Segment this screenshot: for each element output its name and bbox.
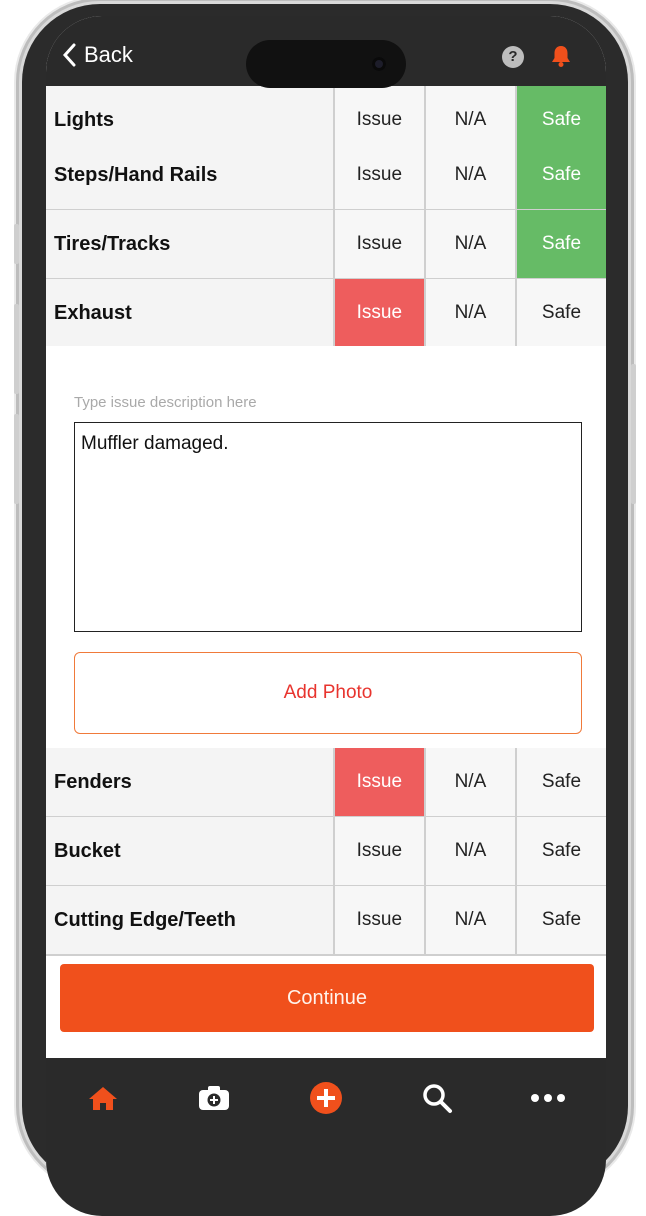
safe-option[interactable]: Safe — [514, 817, 606, 885]
checklist-row: Bucket Issue N/A Safe — [46, 817, 606, 887]
checklist-row: Steps/Hand Rails Issue N/A Safe — [46, 141, 606, 211]
na-option[interactable]: N/A — [423, 748, 515, 816]
chevron-left-icon — [62, 43, 76, 67]
issue-option[interactable]: Issue — [332, 210, 424, 278]
row-label: Steps/Hand Rails — [54, 163, 218, 186]
home-icon[interactable] — [78, 1078, 128, 1118]
issue-option[interactable]: Issue — [332, 817, 424, 885]
power-button — [631, 364, 636, 504]
row-label: Bucket — [54, 839, 121, 862]
na-option[interactable]: N/A — [423, 817, 515, 885]
na-option[interactable]: N/A — [423, 141, 515, 209]
back-button[interactable]: Back — [62, 42, 133, 68]
safe-option[interactable]: Safe — [514, 748, 606, 816]
bell-icon[interactable] — [550, 44, 572, 73]
row-label: Fenders — [54, 770, 132, 793]
volume-up-button — [14, 224, 19, 264]
mute-button — [14, 414, 19, 504]
safe-option[interactable]: Safe — [514, 279, 606, 347]
more-icon[interactable] — [523, 1078, 573, 1118]
issue-option[interactable]: Issue — [332, 748, 424, 816]
issue-panel: Type issue description here Muffler dama… — [46, 346, 606, 746]
back-label: Back — [84, 42, 133, 67]
app-screen: Back ? Lights Issue N/A Safe Steps/Hand … — [46, 16, 606, 1216]
camera-lens — [372, 57, 386, 71]
issue-description-input[interactable]: Muffler damaged. — [74, 422, 582, 632]
na-option[interactable]: N/A — [423, 279, 515, 347]
volume-down-button — [14, 304, 19, 394]
checklist-row: Fenders Issue N/A Safe — [46, 748, 606, 818]
search-icon[interactable] — [412, 1078, 462, 1118]
checklist-row: Tires/Tracks Issue N/A Safe — [46, 210, 606, 280]
continue-button[interactable]: Continue — [60, 964, 594, 1032]
safe-option[interactable]: Safe — [514, 886, 606, 954]
issue-hint: Type issue description here — [74, 394, 257, 411]
checklist-row: Exhaust Issue N/A Safe — [46, 279, 606, 349]
bottom-tab-bar — [46, 1058, 606, 1216]
camera-add-icon[interactable] — [189, 1078, 239, 1118]
na-option[interactable]: N/A — [423, 886, 515, 954]
issue-description-text: Muffler damaged. — [81, 433, 229, 454]
plus-circle-icon[interactable] — [301, 1078, 351, 1118]
na-option[interactable]: N/A — [423, 210, 515, 278]
safe-option[interactable]: Safe — [514, 141, 606, 209]
safe-option[interactable]: Safe — [514, 210, 606, 278]
checklist-row: Cutting Edge/Teeth Issue N/A Safe — [46, 886, 606, 956]
issue-option[interactable]: Issue — [332, 886, 424, 954]
row-label: Tires/Tracks — [54, 232, 171, 255]
camera-notch — [246, 40, 406, 88]
row-label: Exhaust — [54, 301, 132, 324]
issue-option[interactable]: Issue — [332, 279, 424, 347]
issue-option[interactable]: Issue — [332, 141, 424, 209]
help-icon[interactable]: ? — [502, 46, 524, 68]
add-photo-button[interactable]: Add Photo — [74, 652, 582, 734]
row-label: Cutting Edge/Teeth — [54, 908, 236, 931]
